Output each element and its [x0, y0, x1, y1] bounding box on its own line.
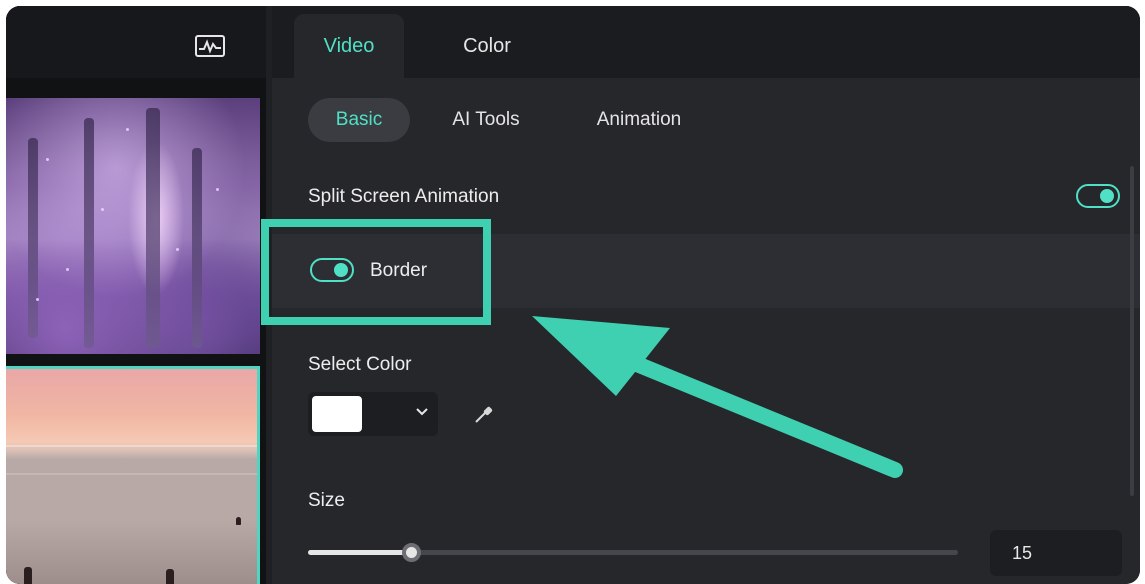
size-slider[interactable] — [308, 543, 958, 562]
color-picker-dropdown[interactable] — [308, 392, 438, 436]
size-label: Size — [308, 490, 345, 511]
toggle-knob — [1100, 189, 1114, 203]
eyedropper-icon[interactable] — [472, 404, 494, 426]
select-color-label: Select Color — [308, 354, 412, 375]
size-slider-thumb[interactable] — [402, 543, 421, 562]
app-window: Video Color Basic AI Tools Animation Spl… — [6, 6, 1140, 584]
border-label: Border — [370, 260, 428, 281]
panel-scrollbar[interactable] — [1130, 166, 1134, 496]
waveform-button[interactable] — [194, 34, 226, 58]
properties-panel: Video Color Basic AI Tools Animation Spl… — [272, 6, 1140, 584]
split-screen-animation-label: Split Screen Animation — [308, 186, 500, 207]
subtab-animation[interactable]: Animation — [568, 98, 710, 142]
chevron-down-icon — [414, 404, 430, 420]
preview-column — [6, 6, 266, 584]
subtab-ai-tools[interactable]: AI Tools — [430, 98, 542, 142]
clip-thumbnail-forest[interactable] — [6, 98, 260, 354]
size-input[interactable]: 15 — [990, 530, 1122, 576]
color-swatch — [312, 396, 362, 432]
subtab-basic[interactable]: Basic — [308, 98, 410, 142]
clip-thumbnail-beach[interactable] — [6, 366, 260, 584]
tab-video[interactable]: Video — [294, 14, 404, 78]
border-row: Border — [272, 234, 1140, 308]
waveform-icon — [195, 35, 225, 57]
preview-toolbar — [6, 6, 266, 78]
tab-color[interactable]: Color — [432, 14, 542, 78]
toggle-knob — [334, 263, 348, 277]
size-slider-fill — [308, 550, 412, 555]
split-screen-animation-toggle[interactable] — [1076, 184, 1120, 208]
top-tab-bar: Video Color — [272, 6, 1140, 78]
border-toggle[interactable] — [310, 258, 354, 282]
